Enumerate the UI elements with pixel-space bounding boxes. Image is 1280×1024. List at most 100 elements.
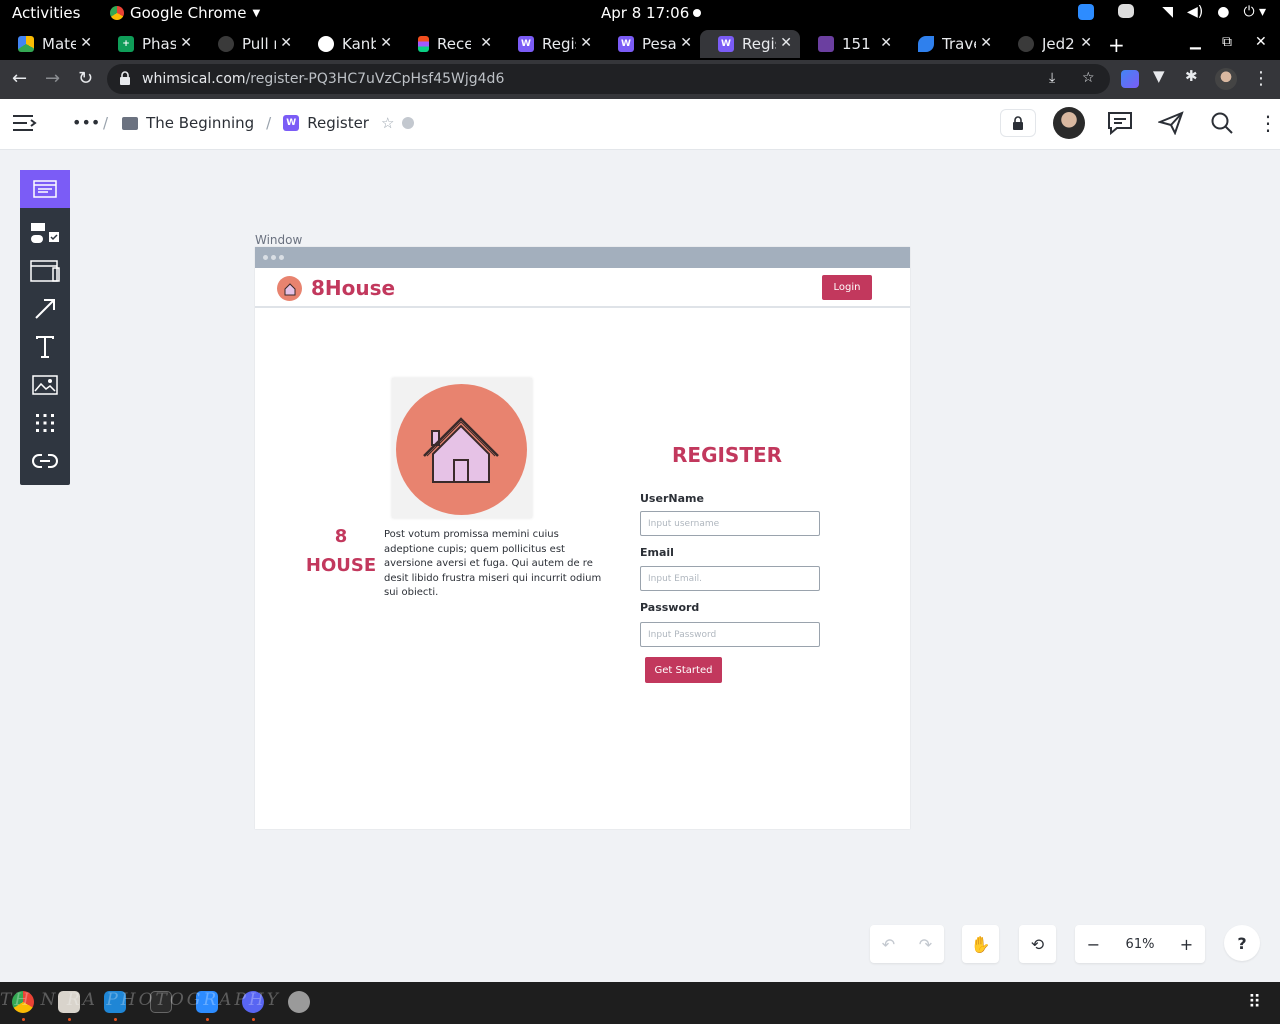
doc-title[interactable]: Register (307, 114, 369, 132)
show-apps-icon[interactable]: ⠿ (1248, 992, 1261, 1013)
more-breadcrumbs-icon[interactable]: ••• (72, 113, 100, 132)
power-icon[interactable]: ⏻ ▾ (1243, 4, 1266, 20)
window-label[interactable]: Window (255, 233, 302, 247)
close-tab-icon[interactable]: ✕ (80, 35, 92, 51)
share-send-icon[interactable] (1156, 111, 1184, 139)
bookmark-star-icon[interactable]: ☆ (1082, 70, 1095, 86)
favorite-star-icon[interactable]: ☆ (381, 114, 394, 132)
tool-flowchart[interactable] (20, 214, 70, 252)
comments-icon[interactable] (1107, 111, 1133, 139)
browser-toolbar: ← → ↻ whimsical.com/register-PQ3HC7uVzCp… (0, 60, 1280, 99)
coolors-favicon-icon (818, 36, 834, 52)
history-controls: ↶ ↷ (870, 925, 944, 963)
zoom-controls: − 61% + (1075, 925, 1205, 963)
tool-wireframe[interactable] (20, 170, 70, 208)
lock-button[interactable] (1000, 109, 1036, 137)
close-tab-icon[interactable]: ✕ (380, 35, 392, 51)
reload-icon[interactable]: ↻ (78, 68, 93, 89)
browser-tab-active[interactable]: W Regis ✕ (700, 30, 800, 58)
close-tab-icon[interactable]: ✕ (880, 35, 892, 51)
hand-pan-icon[interactable]: ✋ (962, 935, 999, 954)
login-button[interactable]: Login (822, 275, 872, 300)
puzzle-extensions-icon[interactable]: ✱ (1185, 67, 1203, 85)
browser-tab[interactable]: Mate ✕ (0, 30, 100, 58)
password-input[interactable] (640, 622, 820, 647)
browser-tab[interactable]: Jed2 ✕ (1000, 30, 1100, 58)
history-clock-icon[interactable]: ⟲ (1019, 935, 1056, 954)
help-button[interactable]: ? (1224, 925, 1260, 961)
get-started-button[interactable]: Get Started (645, 657, 722, 683)
search-icon[interactable] (1210, 111, 1234, 139)
breadcrumb: / The Beginning / W Register ☆ (103, 114, 415, 132)
browser-tab[interactable]: Pull r ✕ (200, 30, 300, 58)
volume-icon[interactable]: ◀) (1187, 4, 1203, 20)
drive-favicon-icon (18, 36, 34, 52)
close-window-icon[interactable]: ✕ (1255, 34, 1267, 50)
zoom-level[interactable]: 61% (1112, 937, 1168, 952)
address-bar[interactable]: whimsical.com/register-PQ3HC7uVzCpHsf45W… (107, 64, 1110, 94)
verified-badge-icon[interactable] (402, 117, 415, 129)
tool-more[interactable] (20, 404, 70, 442)
browser-tab[interactable]: Trave ✕ (900, 30, 1000, 58)
email-input[interactable] (640, 566, 820, 591)
tool-image[interactable] (20, 366, 70, 404)
username-input[interactable] (640, 511, 820, 536)
tool-arrow[interactable] (20, 290, 70, 328)
browser-tab[interactable]: Recei ✕ (400, 30, 500, 58)
zoom-indicator-icon[interactable] (1078, 4, 1095, 20)
close-tab-icon[interactable]: ✕ (680, 35, 692, 51)
more-menu-icon[interactable]: ⋮ (1258, 111, 1278, 135)
clock[interactable]: Apr 8 17:06 (601, 4, 689, 22)
sidebar-toggle-icon[interactable] (12, 112, 38, 138)
new-tab-button[interactable]: + (1108, 33, 1125, 57)
discord-tray-icon[interactable] (1118, 4, 1135, 18)
zoom-in-icon[interactable]: + (1168, 935, 1205, 954)
undo-icon[interactable]: ↶ (870, 935, 907, 954)
profile-avatar[interactable] (1215, 68, 1237, 90)
browser-tab[interactable]: + Phas ✕ (100, 30, 200, 58)
close-tab-icon[interactable]: ✕ (180, 35, 192, 51)
user-avatar[interactable] (1053, 107, 1085, 139)
tool-text[interactable] (20, 328, 70, 366)
tool-link[interactable] (20, 442, 70, 480)
minimize-icon[interactable]: ▁ (1190, 34, 1201, 50)
close-tab-icon[interactable]: ✕ (1080, 35, 1092, 51)
house-logo-icon (277, 276, 302, 301)
tool-window[interactable] (20, 252, 70, 290)
chrome-menu-icon[interactable]: ⋮ (1252, 68, 1270, 89)
microphone-icon[interactable]: ● (1217, 4, 1229, 20)
browser-tab[interactable]: W Regis ✕ (500, 30, 600, 58)
close-tab-icon[interactable]: ✕ (480, 35, 492, 51)
install-app-icon[interactable]: ⤓ (1049, 70, 1055, 86)
hero-image (392, 378, 532, 518)
back-arrow-icon[interactable]: ← (12, 68, 27, 89)
brand-name: 8House (311, 276, 396, 300)
extension-icon[interactable] (1121, 70, 1139, 88)
whimsical-doc-icon: W (283, 115, 300, 131)
running-indicator (114, 1018, 117, 1021)
activities-button[interactable]: Activities (12, 4, 80, 22)
system-tray[interactable]: ◥ ◀) ● ⏻ ▾ (1078, 4, 1266, 20)
disk-dock-icon[interactable] (288, 991, 310, 1013)
github-favicon-icon (1018, 36, 1034, 52)
restore-icon[interactable]: ⧉ (1222, 34, 1232, 50)
breadcrumb-folder[interactable]: The Beginning (146, 114, 254, 132)
forward-arrow-icon[interactable]: → (45, 68, 60, 89)
browser-tab[interactable]: Kanb ✕ (300, 30, 400, 58)
close-tab-icon[interactable]: ✕ (980, 35, 992, 51)
lock-icon (1013, 116, 1023, 130)
vue-devtools-icon[interactable]: ▼ (1153, 67, 1171, 85)
browser-tab[interactable]: W Pesan ✕ (600, 30, 700, 58)
wifi-icon[interactable]: ◥ (1162, 4, 1173, 20)
zoom-out-icon[interactable]: − (1075, 935, 1112, 954)
close-tab-icon[interactable]: ✕ (780, 35, 792, 51)
browser-tab[interactable]: 151 F ✕ (800, 30, 900, 58)
window-dot (263, 255, 268, 260)
running-indicator (252, 1018, 255, 1021)
wireframe-window[interactable]: 8House Login 8 HOUSE Post votum promissa… (255, 247, 910, 829)
redo-icon[interactable]: ↷ (907, 935, 944, 954)
close-tab-icon[interactable]: ✕ (580, 35, 592, 51)
app-menu[interactable]: Google Chrome ▼ (110, 4, 260, 22)
close-tab-icon[interactable]: ✕ (280, 35, 292, 51)
window-dot (279, 255, 284, 260)
